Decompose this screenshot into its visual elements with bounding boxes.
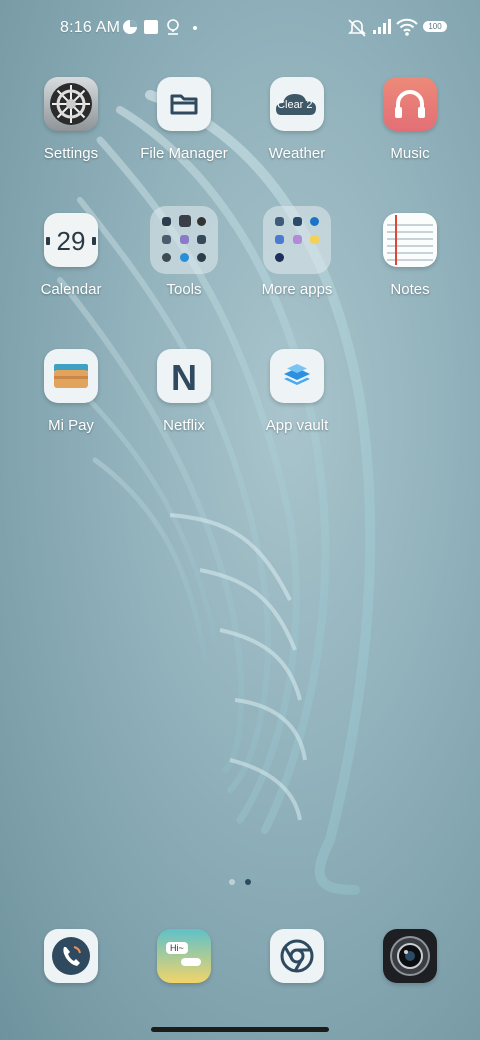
app-settings[interactable]: Settings — [16, 77, 126, 162]
app-label: File Manager — [140, 145, 228, 162]
data-saver-icon — [123, 20, 137, 34]
app-music[interactable]: Music — [355, 77, 465, 162]
app-file-manager[interactable]: File Manager — [129, 77, 239, 162]
gear-icon — [44, 77, 98, 131]
headphones-icon — [383, 77, 437, 131]
app-label: Notes — [390, 281, 430, 298]
folder-tools[interactable]: Tools — [129, 206, 239, 298]
netflix-glyph: N — [171, 357, 197, 398]
app-label: Music — [390, 145, 430, 162]
weather-badge: Clear 2° — [277, 99, 317, 111]
app-label: Mi Pay — [48, 417, 94, 434]
folder-more-apps[interactable]: More apps — [242, 206, 352, 298]
app-weather[interactable]: Clear 2° Weather — [242, 77, 352, 162]
wifi-icon — [396, 18, 418, 36]
chrome-icon — [270, 929, 324, 983]
app-label: Settings — [43, 145, 99, 162]
messages-icon: Hi~ — [157, 929, 211, 983]
dock-chrome[interactable] — [242, 929, 352, 983]
app-label: More apps — [261, 281, 333, 298]
dock-phone[interactable] — [16, 929, 126, 983]
page-dot-1[interactable] — [229, 879, 235, 885]
calendar-icon: 29 — [44, 213, 98, 267]
status-time: 8:16 AM — [60, 19, 121, 36]
page-dot-2-active[interactable] — [245, 879, 251, 885]
app-calendar[interactable]: 29 Calendar — [16, 213, 126, 298]
layers-icon — [270, 349, 324, 403]
dock-messages[interactable]: Hi~ — [129, 929, 239, 983]
app-label: App vault — [265, 417, 329, 434]
app-netflix[interactable]: N Netflix — [129, 349, 239, 434]
dot-icon — [193, 26, 197, 30]
calendar-day: 29 — [56, 226, 86, 256]
app-label: Weather — [268, 145, 326, 162]
cloud-icon: Clear 2° — [270, 77, 324, 131]
notification-square-icon — [144, 20, 158, 34]
battery-level: 100 — [428, 22, 442, 31]
app-notes[interactable]: Notes — [355, 213, 465, 298]
netflix-icon: N — [157, 349, 211, 403]
wallet-icon — [44, 349, 98, 403]
app-vault[interactable]: App vault — [242, 349, 352, 434]
notes-icon — [383, 213, 437, 267]
app-mi-pay[interactable]: Mi Pay — [16, 349, 126, 434]
app-label: Netflix — [163, 417, 205, 434]
location-icon — [167, 19, 179, 35]
mute-icon — [348, 19, 366, 37]
phone-icon — [44, 929, 98, 983]
messages-bubble: Hi~ — [166, 942, 188, 954]
camera-icon — [383, 929, 437, 983]
app-label: Tools — [166, 281, 202, 298]
folder-tools-icon — [150, 206, 218, 274]
folder-more-apps-icon — [263, 206, 331, 274]
battery-icon: 100 — [423, 21, 447, 32]
folder-icon — [157, 77, 211, 131]
dock-camera[interactable] — [355, 929, 465, 983]
status-bar: 8:16 AM 100 — [0, 0, 480, 56]
signal-icon — [373, 19, 391, 34]
home-indicator[interactable] — [151, 1027, 329, 1032]
app-label: Calendar — [40, 281, 102, 298]
